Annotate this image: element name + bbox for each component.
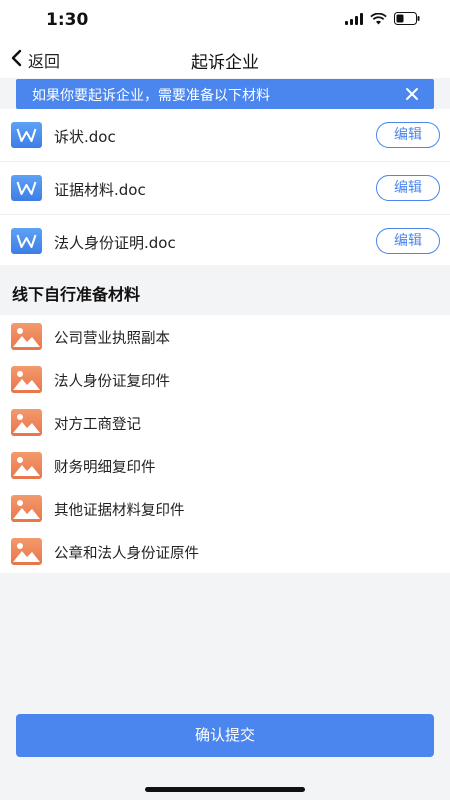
list-item: 财务明细复印件 xyxy=(0,444,450,487)
document-item: 证据材料.doc 编辑 xyxy=(0,162,450,215)
word-doc-icon xyxy=(11,175,42,201)
status-icons xyxy=(345,12,420,25)
image-icon xyxy=(11,366,42,393)
material-name: 法人身份证复印件 xyxy=(54,374,170,390)
submit-button[interactable]: 确认提交 xyxy=(16,714,434,757)
document-name: 法人身份证明.doc xyxy=(54,234,176,252)
section-title: 线下自行准备材料 xyxy=(12,285,141,304)
document-list: 诉状.doc 编辑 证据材料.doc 编辑 法人身份证明.doc 编辑 xyxy=(0,109,450,267)
battery-icon xyxy=(394,12,420,25)
list-item: 公章和法人身份证原件 xyxy=(0,530,450,573)
image-icon xyxy=(11,323,42,350)
wifi-icon xyxy=(370,12,387,25)
notice-text: 如果你要起诉企业，需要准备以下材料 xyxy=(32,88,270,104)
material-name: 其他证据材料复印件 xyxy=(54,503,185,519)
material-name: 公章和法人身份证原件 xyxy=(54,546,199,562)
material-name: 对方工商登记 xyxy=(54,417,141,433)
list-item: 公司营业执照副本 xyxy=(0,315,450,358)
edit-button[interactable]: 编辑 xyxy=(376,228,440,254)
document-item: 法人身份证明.doc 编辑 xyxy=(0,215,450,267)
notice-banner: 如果你要起诉企业，需要准备以下材料 xyxy=(16,79,434,109)
image-icon xyxy=(11,452,42,479)
edit-button[interactable]: 编辑 xyxy=(376,175,440,201)
status-bar: 1:30 xyxy=(0,0,450,40)
close-icon[interactable] xyxy=(402,84,422,104)
home-indicator xyxy=(145,787,305,792)
edit-button[interactable]: 编辑 xyxy=(376,122,440,148)
image-icon xyxy=(11,538,42,565)
page-title: 起诉企业 xyxy=(191,53,259,73)
list-item: 其他证据材料复印件 xyxy=(0,487,450,530)
list-item: 对方工商登记 xyxy=(0,401,450,444)
word-doc-icon xyxy=(11,228,42,254)
nav-bar: 返回 起诉企业 xyxy=(0,40,450,78)
document-name: 证据材料.doc xyxy=(54,181,146,199)
section-header: 线下自行准备材料 xyxy=(0,265,450,315)
document-item: 诉状.doc 编辑 xyxy=(0,109,450,162)
signal-icon xyxy=(345,12,363,25)
status-time: 1:30 xyxy=(46,10,89,30)
material-name: 公司营业执照副本 xyxy=(54,331,170,347)
document-name: 诉状.doc xyxy=(54,128,116,146)
word-doc-icon xyxy=(11,122,42,148)
image-icon xyxy=(11,495,42,522)
material-name: 财务明细复印件 xyxy=(54,460,156,476)
image-icon xyxy=(11,409,42,436)
list-item: 法人身份证复印件 xyxy=(0,358,450,401)
offline-materials-list: 公司营业执照副本 法人身份证复印件 对方工商登记 财务明细复印件 其他证据材料复… xyxy=(0,315,450,573)
